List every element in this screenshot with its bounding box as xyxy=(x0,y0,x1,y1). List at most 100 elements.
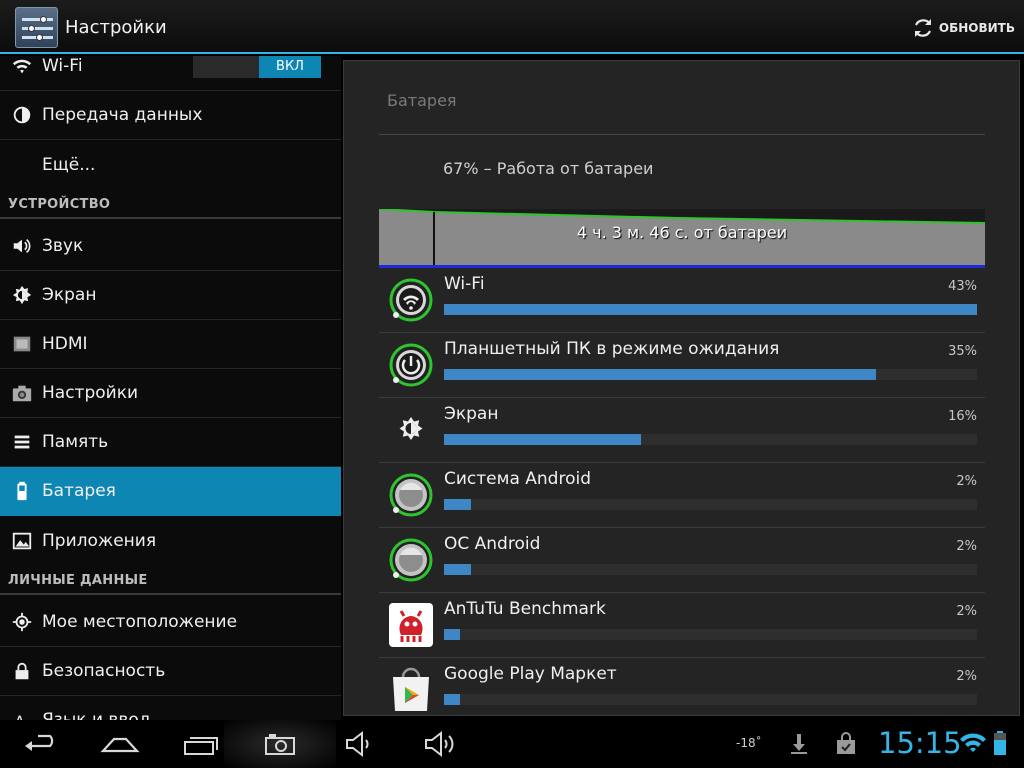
battery-title: Батарея xyxy=(387,91,457,110)
usage-bar-track xyxy=(444,564,977,575)
sidebar-item-camera-settings[interactable]: Настройки xyxy=(0,369,341,418)
sidebar-item-label: Память xyxy=(42,432,109,452)
data-usage-icon xyxy=(0,91,42,140)
sidebar-item-label: Приложения xyxy=(42,530,157,551)
sidebar-item-location[interactable]: Мое местоположение xyxy=(0,598,341,647)
antutu-icon xyxy=(388,602,434,648)
sidebar-item-label: Ещё... xyxy=(42,154,96,175)
usage-row[interactable]: Wi-Fi 43% xyxy=(379,268,985,333)
location-icon xyxy=(0,598,42,647)
usage-percent: 2% xyxy=(956,604,977,619)
section-divider xyxy=(0,593,341,595)
settings-app-icon[interactable] xyxy=(15,7,58,48)
wifi-toggle-on: ВКЛ xyxy=(259,56,321,78)
android-os-icon xyxy=(388,537,434,583)
brightness-icon xyxy=(388,407,434,453)
speaker-icon xyxy=(0,222,42,271)
sidebar-item-label: Безопасность xyxy=(42,661,166,681)
sidebar-item-label: Wi-Fi xyxy=(42,56,83,76)
usage-bar-fill xyxy=(444,694,460,705)
refresh-label: ОБНОВИТЬ xyxy=(938,21,1015,35)
sidebar-item-more[interactable]: Ещё... xyxy=(0,140,341,189)
usage-bar-track xyxy=(444,434,977,445)
usage-percent: 35% xyxy=(948,344,977,359)
sidebar-item-storage[interactable]: Память xyxy=(0,418,341,467)
svg-text:A: A xyxy=(15,713,25,720)
divider xyxy=(379,134,985,135)
sidebar-item-wifi[interactable]: Wi-Fi ВКЛ xyxy=(0,56,341,91)
usage-percent: 2% xyxy=(956,474,977,489)
usage-name: Система Android xyxy=(444,469,591,489)
system-nav-bar: -18˚ 15:15 xyxy=(0,720,1024,768)
usage-name: Планшетный ПК в режиме ожидания xyxy=(444,339,780,359)
language-icon: A xyxy=(0,696,42,720)
sidebar-item-display[interactable]: Экран xyxy=(0,271,341,320)
usage-bar-fill xyxy=(444,434,642,445)
usage-bar-fill xyxy=(444,629,460,640)
battery-card: Батарея 67% – Работа от батареи 4 ч. 3 м… xyxy=(343,60,1020,716)
sidebar-item-label: Экран xyxy=(42,285,97,305)
recent-apps-button[interactable] xyxy=(182,728,220,760)
back-button[interactable] xyxy=(22,728,60,760)
sidebar-item-label: HDMI xyxy=(42,334,88,354)
sidebar-item-label: Передача данных xyxy=(42,105,203,125)
temperature-indicator: -18˚ xyxy=(736,736,762,750)
camera-icon xyxy=(0,369,42,418)
usage-row[interactable]: Планшетный ПК в режиме ожидания 35% xyxy=(379,333,985,398)
apps-icon xyxy=(0,516,42,565)
sidebar-item-sound[interactable]: Звук xyxy=(0,222,341,271)
usage-name: AnTuTu Benchmark xyxy=(444,599,606,619)
usage-row[interactable]: Экран 16% xyxy=(379,398,985,463)
sidebar-item-label: Звук xyxy=(42,236,84,256)
usage-percent: 43% xyxy=(948,279,977,294)
battery-status-icon xyxy=(994,731,1006,755)
lock-icon xyxy=(0,647,42,696)
usage-bar-track xyxy=(444,694,977,705)
usage-bar-track xyxy=(444,304,977,315)
home-button[interactable] xyxy=(100,728,140,760)
usage-row[interactable]: Система Android 2% xyxy=(379,463,985,528)
sidebar-item-data-usage[interactable]: Передача данных xyxy=(0,91,341,140)
wifi-app-icon xyxy=(388,277,434,323)
battery-status: 67% – Работа от батареи xyxy=(443,159,654,178)
section-header-personal: ЛИЧНЫЕ ДАННЫЕ xyxy=(8,573,148,588)
power-icon xyxy=(388,342,434,388)
usage-bar-track xyxy=(444,499,977,510)
usage-row[interactable]: Google Play Маркет 2% xyxy=(379,658,985,715)
sidebar-item-label: Мое местоположение xyxy=(42,612,238,632)
usage-name: Wi-Fi xyxy=(444,274,485,294)
download-icon[interactable] xyxy=(788,732,810,756)
usage-bar-track xyxy=(444,629,977,640)
hdmi-icon xyxy=(0,320,42,369)
screenshot-button[interactable] xyxy=(263,728,297,760)
page-title: Настройки xyxy=(65,17,167,38)
wifi-icon xyxy=(0,56,42,91)
usage-percent: 16% xyxy=(948,409,977,424)
usage-bar-fill xyxy=(444,499,471,510)
wifi-signal-icon xyxy=(960,733,986,752)
volume-down-button[interactable] xyxy=(344,728,378,760)
section-header-device: УСТРОЙСТВО xyxy=(8,197,111,212)
wifi-toggle[interactable]: ВКЛ xyxy=(193,56,321,78)
android-system-icon xyxy=(388,472,434,518)
usage-percent: 2% xyxy=(956,669,977,684)
store-notification-icon[interactable] xyxy=(834,732,858,756)
sidebar-item-hdmi[interactable]: HDMI xyxy=(0,320,341,369)
section-divider xyxy=(0,217,341,219)
sidebar-item-security[interactable]: Безопасность xyxy=(0,647,341,696)
sidebar-item-apps[interactable]: Приложения xyxy=(0,516,341,565)
usage-row[interactable]: AnTuTu Benchmark 2% xyxy=(379,593,985,658)
battery-time-label: 4 ч. 3 м. 46 с. от батареи xyxy=(576,223,788,242)
sidebar-item-label: Батарея xyxy=(42,481,116,501)
brightness-icon xyxy=(0,271,42,320)
play-store-icon xyxy=(388,667,434,713)
volume-up-button[interactable] xyxy=(423,728,459,760)
usage-row[interactable]: ОС Android 2% xyxy=(379,528,985,593)
refresh-icon xyxy=(914,19,931,37)
refresh-button[interactable]: ОБНОВИТЬ xyxy=(911,14,1015,42)
sidebar-item-language[interactable]: A Язык и ввод xyxy=(0,696,341,720)
sidebar-item-battery[interactable]: Батарея xyxy=(0,467,341,516)
usage-bar-fill xyxy=(444,304,977,315)
clock: 15:15 xyxy=(878,726,962,760)
usage-name: Экран xyxy=(444,404,499,424)
